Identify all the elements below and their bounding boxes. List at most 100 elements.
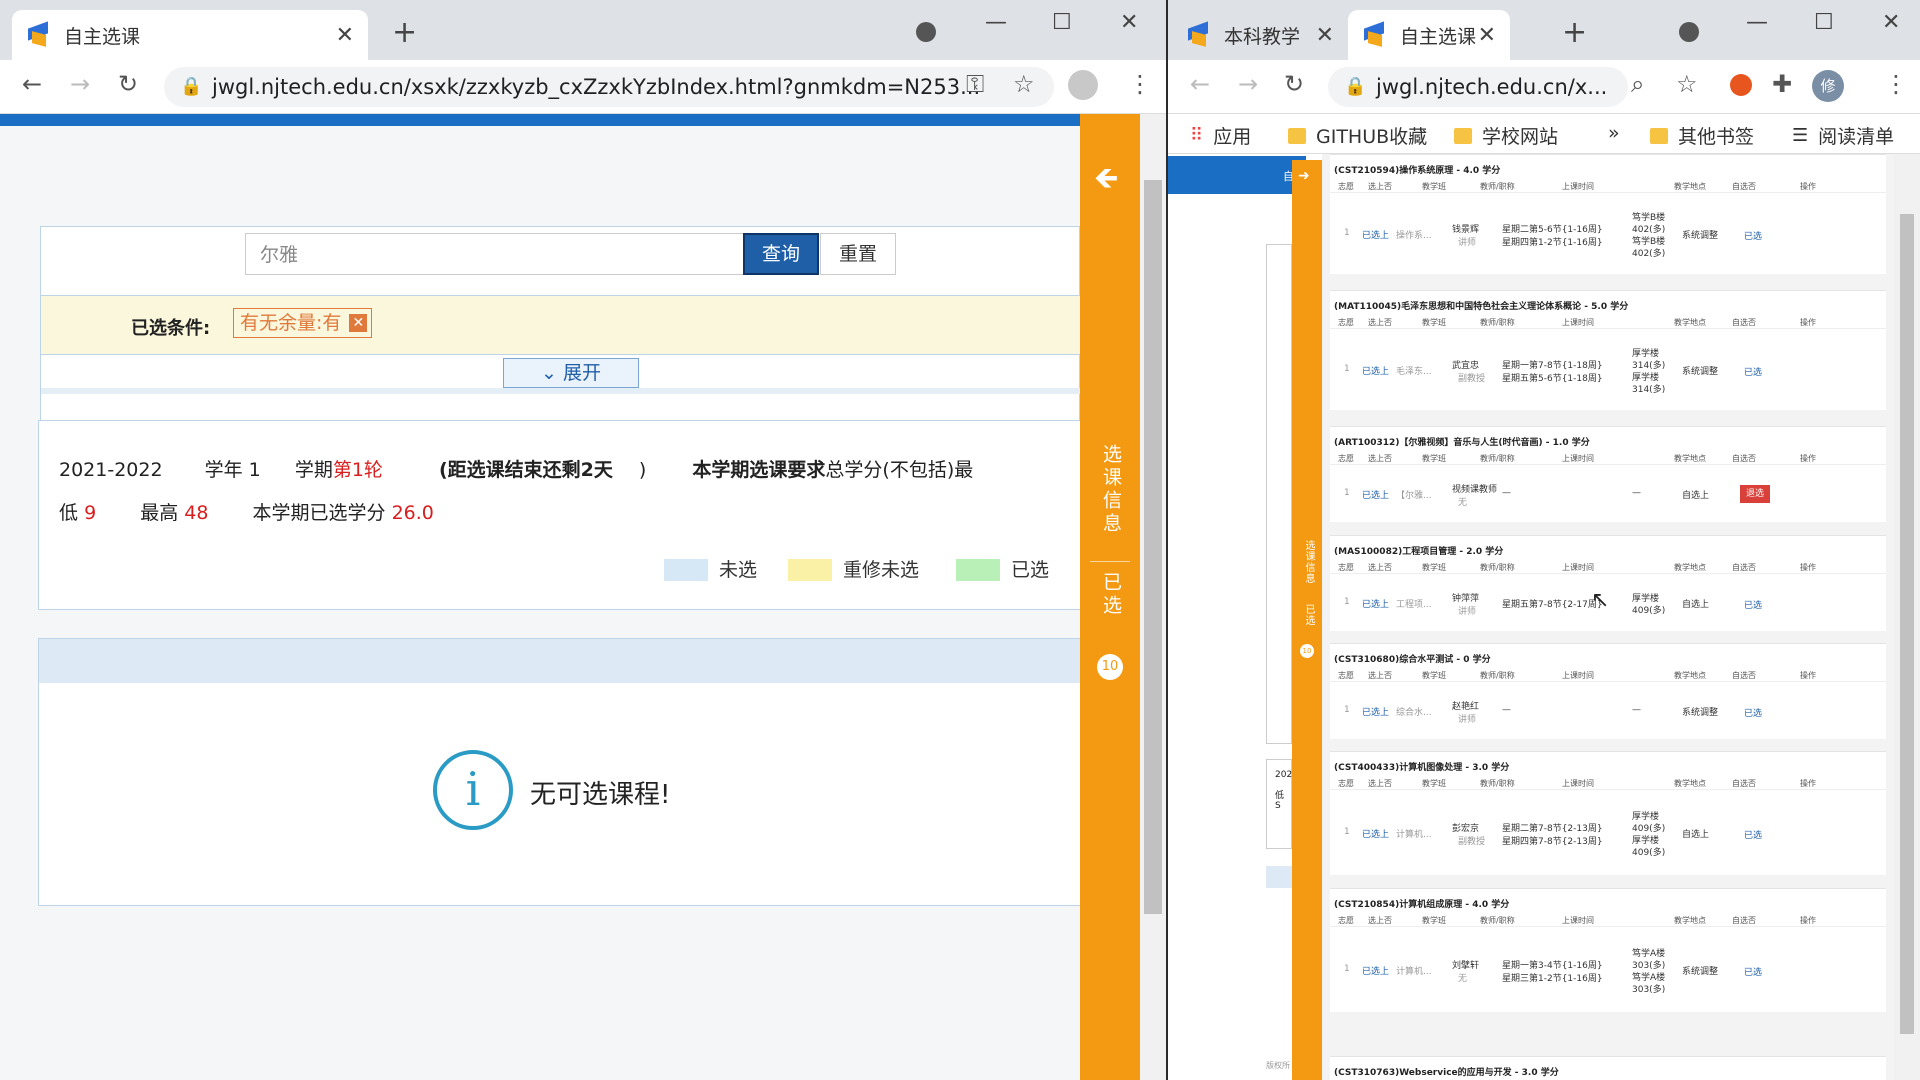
address-bar[interactable]: 🔒 jwgl.njtech.edu.cn/x... bbox=[1328, 67, 1628, 107]
scrollbar-thumb[interactable] bbox=[1900, 214, 1914, 1034]
selected-status-link[interactable]: 已选上 bbox=[1362, 597, 1389, 610]
side-divider bbox=[1090, 561, 1130, 562]
selected-status-link[interactable]: 已选上 bbox=[1362, 705, 1389, 718]
course-info-side-panel[interactable]: ➜ 选课信息 已选 10 bbox=[1292, 160, 1322, 1080]
arrow-left-icon[interactable]: 🡸 bbox=[1094, 156, 1118, 207]
back-icon[interactable]: ← bbox=[22, 72, 42, 96]
course-card: (CST310680)综合水平测试 - 0 学分 志愿 选上否 教学班 教师/职称 上课时… bbox=[1330, 643, 1886, 739]
scrollbar[interactable] bbox=[1894, 154, 1920, 1080]
tab-title: 本科教学 bbox=[1224, 25, 1301, 48]
course-row: 1 已选上 计算机... 刘擘轩无 星期一第3-4节{1-16周} 星期三第1-2节{1-… bbox=[1330, 889, 1886, 1013]
course-card: (ART100312)【尔雅视频】音乐与人生(时代音画) - 1.0 学分 志愿选… bbox=[1330, 426, 1886, 522]
close-window-icon[interactable]: ✕ bbox=[1882, 10, 1900, 35]
course-row: 1 已选上 计算机... 彭宏京 副教授 星期二第7-8节{2-13周} 星期四第7-8节{… bbox=[1330, 752, 1886, 876]
tab-strip: 自主选课 ✕ + — ☐ ✕ bbox=[0, 0, 1166, 60]
site-favicon-icon bbox=[1362, 23, 1386, 47]
class-place-4: 303(多) bbox=[1632, 985, 1666, 995]
scrollbar-thumb[interactable] bbox=[1144, 180, 1162, 914]
max-credits: 48 bbox=[184, 502, 209, 524]
key-icon[interactable]: ⚿ bbox=[966, 72, 984, 96]
profile-avatar-icon[interactable]: 修 bbox=[1812, 70, 1844, 102]
close-window-icon[interactable]: ✕ bbox=[1120, 10, 1138, 35]
tab-course-selection[interactable]: 自主选课 ✕ bbox=[1348, 10, 1510, 60]
zoom-icon[interactable]: ⌕ bbox=[1631, 72, 1644, 96]
legend-unselected: 未选 bbox=[719, 559, 758, 581]
bookmark-star-icon[interactable]: ☆ bbox=[1013, 72, 1035, 96]
teaching-class: 毛泽东... bbox=[1396, 367, 1432, 377]
footer-text: 版权所 bbox=[1266, 1061, 1290, 1070]
academic-year: 2021-2022 bbox=[59, 459, 163, 481]
maximize-icon[interactable]: ☐ bbox=[1814, 10, 1834, 35]
tab-course-selection[interactable]: 自主选课 ✕ bbox=[12, 10, 368, 60]
expand-label: 展开 bbox=[562, 362, 601, 384]
search-input[interactable]: 尔雅 bbox=[245, 233, 745, 275]
bookmark-other[interactable]: 其他书签 bbox=[1650, 122, 1754, 149]
bookmark-school[interactable]: 学校网站 bbox=[1454, 122, 1558, 149]
page-content: 自 202 低 S 版权所 ➜ 选课信息 已选 10 (CST210594)操作… bbox=[1168, 154, 1920, 1080]
selected-status-link[interactable]: 已选上 bbox=[1362, 228, 1389, 241]
class-place-1: — bbox=[1632, 705, 1641, 715]
selected-status-link[interactable]: 已选上 bbox=[1362, 488, 1389, 501]
expand-button[interactable]: ⌄ 展开 bbox=[503, 358, 639, 388]
selected-status-link[interactable]: 已选上 bbox=[1362, 964, 1389, 977]
reload-icon[interactable]: ↻ bbox=[118, 72, 138, 96]
teaching-class: 综合水... bbox=[1396, 708, 1432, 718]
selected-status-link[interactable]: 已选上 bbox=[1362, 364, 1389, 377]
close-tab-icon[interactable]: ✕ bbox=[1478, 23, 1496, 48]
bookmark-label: GITHUB收藏 bbox=[1316, 126, 1428, 148]
arrow-right-icon[interactable]: ➜ bbox=[1298, 168, 1310, 184]
condition-tag[interactable]: 有无余量:有 ✕ bbox=[233, 308, 373, 338]
course-info-side-panel[interactable]: 🡸 选课信息 已选 10 bbox=[1080, 114, 1140, 1080]
selected-action-link[interactable]: 已选 bbox=[1744, 706, 1762, 719]
maximize-icon[interactable]: ☐ bbox=[1052, 10, 1072, 35]
bookmark-star-icon[interactable]: ☆ bbox=[1676, 72, 1698, 96]
new-tab-icon[interactable]: + bbox=[1562, 18, 1587, 48]
countdown-close: ) bbox=[638, 459, 647, 481]
profile-avatar-icon[interactable] bbox=[1068, 70, 1098, 100]
drop-course-button[interactable]: 退选 bbox=[1740, 485, 1771, 503]
teaching-class: 【尔雅... bbox=[1396, 491, 1432, 501]
close-tab-icon[interactable]: ✕ bbox=[1316, 23, 1334, 48]
selected-conditions-label: 已选条件: bbox=[131, 318, 211, 339]
menu-kebab-icon[interactable]: ⋮ bbox=[1128, 72, 1152, 96]
course-row: 1 已选上 操作系... 钱景辉 讲师 星期二第5-6节{1-16周} 星期四第1-2节{1… bbox=[1330, 155, 1886, 275]
extension-icon[interactable] bbox=[1730, 74, 1752, 96]
tab-undergrad-teaching[interactable]: 本科教学 ✕ bbox=[1172, 10, 1348, 60]
menu-kebab-icon[interactable]: ⋮ bbox=[1884, 72, 1908, 96]
selected-action-link[interactable]: 已选 bbox=[1744, 965, 1762, 978]
puzzle-extensions-icon[interactable]: ✚ bbox=[1772, 72, 1792, 96]
selected-action-link[interactable]: 已选 bbox=[1744, 229, 1762, 242]
selected-action-link[interactable]: 已选 bbox=[1744, 828, 1762, 841]
scrollbar[interactable] bbox=[1140, 114, 1166, 1080]
panel-divider bbox=[41, 388, 1081, 394]
volunteer-rank: 1 bbox=[1344, 488, 1350, 498]
forward-icon[interactable]: → bbox=[1238, 72, 1258, 96]
selected-status-link[interactable]: 已选上 bbox=[1362, 827, 1389, 840]
bookmark-overflow[interactable]: » bbox=[1608, 122, 1620, 144]
browser-toolbar: ← → ↻ 🔒 jwgl.njtech.edu.cn/x... ⌕ ☆ ✚ 修 … bbox=[1168, 60, 1920, 114]
close-tab-icon[interactable]: ✕ bbox=[336, 23, 354, 48]
reset-button[interactable]: 重置 bbox=[820, 233, 896, 275]
class-time-1: 星期一第7-8节{1-18周} bbox=[1502, 361, 1603, 371]
address-bar[interactable]: 🔒 jwgl.njtech.edu.cn/xsxk/zzxkyzb_cxZzxk… bbox=[164, 67, 1054, 107]
selected-action-link[interactable]: 已选 bbox=[1744, 365, 1762, 378]
class-time-2: 星期四第1-2节{1-16周} bbox=[1502, 238, 1603, 248]
bookmark-github[interactable]: GITHUB收藏 bbox=[1288, 122, 1427, 149]
minimize-icon[interactable]: — bbox=[985, 10, 1007, 35]
forward-icon[interactable]: → bbox=[70, 72, 90, 96]
new-tab-icon[interactable]: + bbox=[392, 18, 417, 48]
bookmark-reading-list[interactable]: ☰ 阅读清单 bbox=[1792, 122, 1894, 149]
tab-search-icon[interactable] bbox=[916, 22, 936, 42]
reload-icon[interactable]: ↻ bbox=[1284, 72, 1304, 96]
remove-condition-icon[interactable]: ✕ bbox=[349, 314, 368, 332]
minimize-icon[interactable]: — bbox=[1746, 10, 1768, 35]
tab-search-icon[interactable] bbox=[1679, 22, 1699, 42]
class-time-1: — bbox=[1502, 705, 1511, 715]
bookmark-apps[interactable]: ⠿ 应用 bbox=[1190, 122, 1251, 149]
volunteer-rank: 1 bbox=[1344, 364, 1350, 374]
teacher-title: 副教授 bbox=[1458, 374, 1486, 384]
selected-action-link[interactable]: 已选 bbox=[1744, 598, 1762, 611]
query-button[interactable]: 查询 bbox=[743, 233, 819, 275]
folder-icon bbox=[1288, 127, 1306, 144]
back-icon[interactable]: ← bbox=[1190, 72, 1210, 96]
